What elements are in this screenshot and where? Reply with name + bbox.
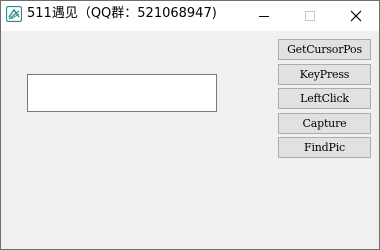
- left-click-button[interactable]: LeftClick: [278, 88, 371, 109]
- minimize-button[interactable]: [241, 1, 287, 31]
- maximize-button[interactable]: [287, 1, 333, 31]
- maximize-icon: [305, 11, 315, 21]
- text-input[interactable]: [27, 74, 217, 112]
- key-press-button[interactable]: KeyPress: [278, 64, 371, 85]
- capture-button[interactable]: Capture: [278, 113, 371, 134]
- close-button[interactable]: [333, 1, 379, 31]
- get-cursor-pos-button[interactable]: GetCursorPos: [278, 39, 371, 60]
- title-bar[interactable]: 511遇见（QQ群：521068947): [1, 1, 379, 31]
- client-area: GetCursorPos KeyPress LeftClick Capture …: [1, 31, 379, 249]
- app-icon: [5, 5, 23, 23]
- window-title: 511遇见（QQ群：521068947): [27, 6, 217, 21]
- find-pic-button[interactable]: FindPic: [278, 137, 371, 158]
- app-window: 511遇见（QQ群：521068947) GetCursorPos KeyPre…: [0, 0, 380, 250]
- minimize-icon: [259, 16, 269, 17]
- close-icon: [350, 10, 362, 22]
